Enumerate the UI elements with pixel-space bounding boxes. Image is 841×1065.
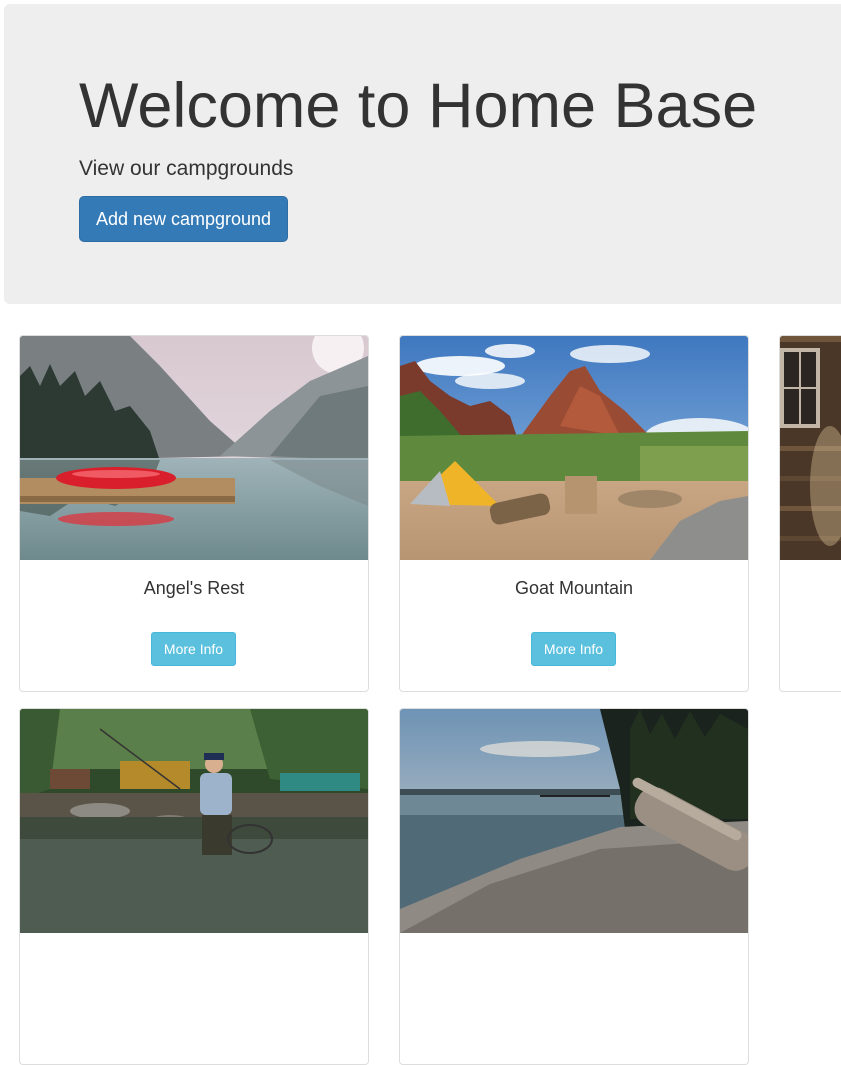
campground-image[interactable] — [400, 709, 748, 933]
add-campground-button[interactable]: Add new campground — [79, 196, 288, 242]
jumbotron: Welcome to Home Base View our campground… — [4, 4, 841, 304]
more-info-button[interactable]: More Info — [151, 632, 236, 666]
campground-name: Angel's Rest — [143, 578, 245, 598]
campground-card: Goat Mountain More Info — [399, 335, 749, 692]
page-title: Welcome to Home Base — [79, 71, 758, 141]
campground-card: Angel's Rest More Info — [19, 335, 369, 692]
campground-image[interactable] — [20, 336, 368, 560]
page-subtitle: View our campgrounds — [79, 157, 294, 180]
campground-image[interactable] — [400, 336, 748, 560]
campground-card — [399, 708, 749, 1065]
campground-image[interactable] — [780, 336, 841, 560]
campground-name: Goat Mountain — [514, 578, 634, 598]
campground-card — [19, 708, 369, 1065]
campground-image[interactable] — [20, 709, 368, 933]
more-info-button[interactable]: More Info — [531, 632, 616, 666]
campground-card — [779, 335, 841, 692]
